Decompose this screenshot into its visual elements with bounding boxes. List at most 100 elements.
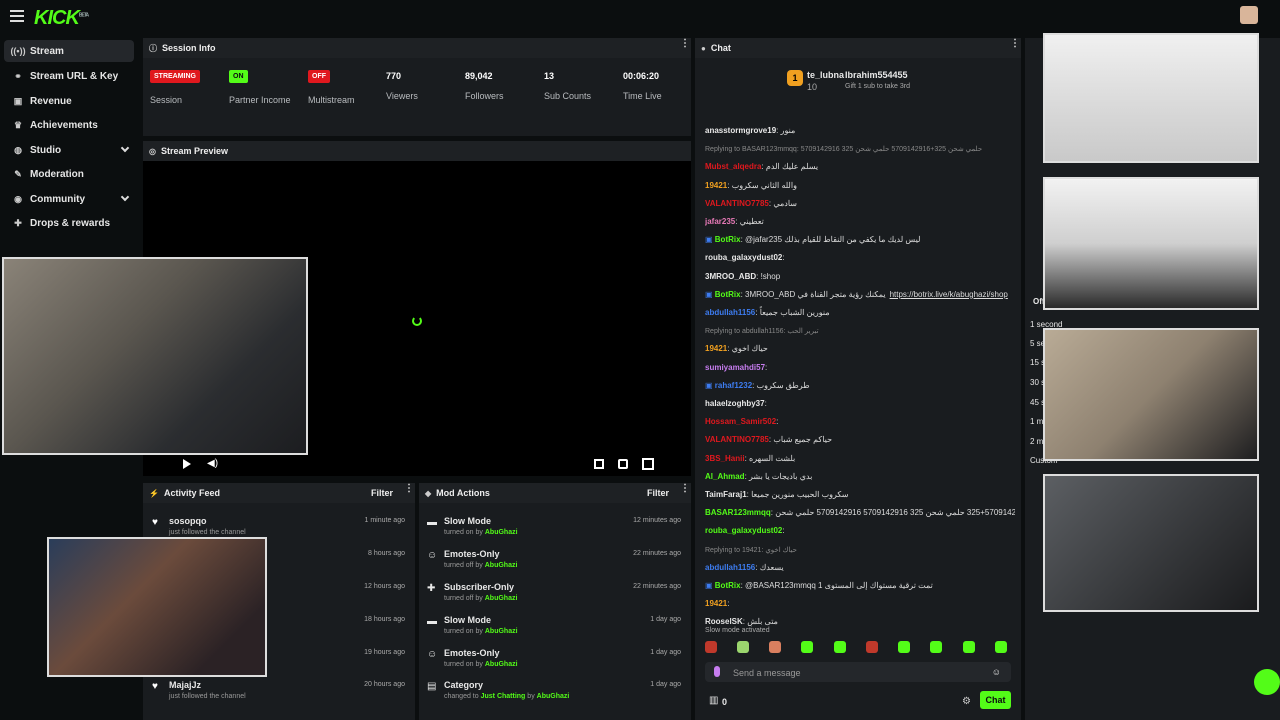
chat-username[interactable]: VALANTINO7785 — [705, 199, 769, 208]
gift-prompt[interactable]: Gift 1 sub to take 3rd — [845, 83, 910, 90]
chat-username[interactable]: BotRix — [715, 581, 741, 590]
feed-time: 20 hours ago — [364, 681, 405, 688]
mod-user[interactable]: AbuGhazi — [485, 661, 518, 668]
sidebar-item-revenue[interactable]: ▣ Revenue — [4, 90, 134, 112]
more-options-icon[interactable]: ⋮ — [680, 484, 690, 494]
slow-mode-option[interactable]: 2 m — [1030, 437, 1043, 446]
filter-button[interactable]: Filter — [371, 488, 393, 498]
mod-user[interactable]: AbuGhazi — [485, 595, 518, 602]
more-options-icon[interactable]: ⋮ — [404, 484, 414, 494]
sidebar-item-studio[interactable]: ◍ Studio — [4, 139, 134, 161]
feed-time: 12 hours ago — [364, 583, 405, 590]
leaderboard-user[interactable]: Ibrahim554455 — [845, 70, 908, 80]
chat-username[interactable]: 19421 — [705, 599, 727, 608]
more-options-icon[interactable]: ⋮ — [680, 39, 690, 49]
chat-text: سكروب الحبيب منورين جميعا — [751, 490, 849, 499]
chat-message: 19421: — [705, 599, 729, 608]
leaderboard-user[interactable]: te_lubna — [807, 70, 844, 80]
mod-user[interactable]: AbuGhazi — [485, 529, 518, 536]
emote-icon[interactable] — [866, 641, 878, 653]
emote-icon[interactable] — [963, 641, 975, 653]
chat-username[interactable]: halaelzoghby37 — [705, 399, 765, 408]
picture-in-picture-icon[interactable] — [594, 459, 604, 469]
volume-icon[interactable]: ◀) — [207, 458, 218, 469]
feed-time: 8 hours ago — [368, 550, 405, 557]
chat-separator: : — [765, 362, 768, 372]
theater-mode-icon[interactable] — [618, 459, 628, 469]
chat-username[interactable]: abdullah1156 — [705, 308, 755, 317]
chat-link[interactable]: https://botrix.live/k/abughazi/shop — [890, 290, 1008, 299]
feed-user[interactable]: sosopqo — [169, 516, 207, 526]
broadcast-icon: ((•)) — [10, 46, 26, 56]
sidebar-item-community[interactable]: ◉ Community — [4, 188, 134, 210]
mod-user[interactable]: AbuGhazi — [537, 693, 570, 700]
chat-username[interactable]: Hossam_Samir502 — [705, 417, 776, 426]
mod-action-text: turned on by — [444, 529, 483, 536]
chat-message: rouba_galaxydust02: — [705, 526, 785, 535]
more-options-icon[interactable]: ⋮ — [1010, 39, 1020, 49]
bot-badge-icon: ▣ — [705, 289, 715, 299]
emoji-icon[interactable]: ☺ — [992, 667, 1001, 677]
sidebar-item-achievements[interactable]: ♛ Achievements — [4, 114, 134, 136]
chat-username[interactable]: rouba_galaxydust02 — [705, 253, 782, 262]
kick-logo[interactable]: KICKBETA — [34, 7, 89, 30]
mod-user[interactable]: AbuGhazi — [485, 562, 518, 569]
chat-username[interactable]: jafar235 — [705, 217, 735, 226]
chat-username[interactable]: anasstormgrove19 — [705, 126, 776, 135]
mod-user[interactable]: AbuGhazi — [485, 628, 518, 635]
emote-icon[interactable] — [705, 641, 717, 653]
emote-icon[interactable] — [737, 641, 749, 653]
chat-username[interactable]: 19421 — [705, 344, 727, 353]
emote-icon[interactable] — [898, 641, 910, 653]
chat-username[interactable]: abdullah1156 — [705, 563, 755, 572]
sidebar-item-drops[interactable]: ✚ Drops & rewards — [4, 212, 134, 234]
link-icon: ⚭ — [14, 70, 22, 81]
emote-icon[interactable] — [769, 641, 781, 653]
settings-gear-icon[interactable]: ⚙ — [962, 696, 971, 707]
sidebar-item-stream[interactable]: ((•)) Stream — [4, 40, 134, 62]
chevron-down-icon — [120, 143, 130, 153]
category-link[interactable]: Just Chatting — [481, 693, 526, 700]
emote-icon[interactable] — [801, 641, 813, 653]
chat-username[interactable]: Al_Ahmad — [705, 472, 745, 481]
chat-message: Mubst_alqedra: يسلم عليك الدم — [705, 162, 818, 171]
chat-username[interactable]: 19421 — [705, 181, 727, 190]
chat-username[interactable]: RooselSK — [705, 617, 743, 626]
emote-icon[interactable] — [995, 641, 1007, 653]
gift-icon: ✚ — [14, 217, 22, 228]
play-icon[interactable] — [183, 459, 191, 469]
chat-username[interactable]: BotRix — [715, 290, 741, 299]
chat-username[interactable]: rahaf1232 — [715, 381, 752, 390]
chat-input[interactable]: Send a message ☺ — [705, 662, 1011, 682]
chat-username[interactable]: BASAR123mmqq — [705, 508, 771, 517]
mod-action-title: Emotes-Only — [444, 549, 500, 559]
bot-badge-icon: ▣ — [705, 581, 715, 590]
feed-user[interactable]: MajajJz — [169, 680, 201, 690]
chat-username[interactable]: Mubst_alqedra — [705, 162, 761, 171]
mod-action-title: Slow Mode — [444, 615, 491, 625]
emote-icon[interactable] — [834, 641, 846, 653]
chat-messages: anasstormgrove19: منور Replying to BASAR1… — [705, 126, 1015, 636]
chat-message: VALANTINO7785: حياكم جميع شباب — [705, 435, 832, 444]
chat-username[interactable]: BotRix — [715, 235, 741, 244]
chat-username[interactable]: 3BS_Hanii — [705, 454, 745, 463]
chat-text: منورين الشباب جميعاً — [759, 308, 830, 317]
chat-username[interactable]: 3MROO_ABD — [705, 272, 756, 281]
menu-icon[interactable] — [10, 10, 24, 22]
fullscreen-icon[interactable] — [642, 458, 654, 470]
microphone-icon[interactable] — [714, 666, 720, 677]
list-item: ✚ Subscriber-Only turned off by AbuGhazi 22… — [419, 579, 689, 611]
profile-avatar[interactable] — [1240, 6, 1258, 24]
chat-username[interactable]: VALANTINO7785 — [705, 435, 769, 444]
sidebar-item-stream-url[interactable]: ⚭ Stream URL & Key — [4, 65, 134, 87]
chat-username[interactable]: sumiyamahdi57 — [705, 363, 765, 372]
chat-username[interactable]: rouba_galaxydust02 — [705, 526, 782, 535]
send-chat-button[interactable]: Chat — [980, 691, 1011, 709]
chat-panel: ● Chat ⋮ 1 te_lubna 10 Ibrahim554455 Gift … — [695, 38, 1021, 720]
filter-button[interactable]: Filter — [647, 488, 669, 498]
sidebar-item-moderation[interactable]: ✎ Moderation — [4, 163, 134, 185]
emote-icon[interactable] — [930, 641, 942, 653]
help-button[interactable] — [1254, 669, 1280, 695]
chat-username[interactable]: TaimFaraj1 — [705, 490, 747, 499]
mod-time: 12 minutes ago — [633, 517, 681, 524]
